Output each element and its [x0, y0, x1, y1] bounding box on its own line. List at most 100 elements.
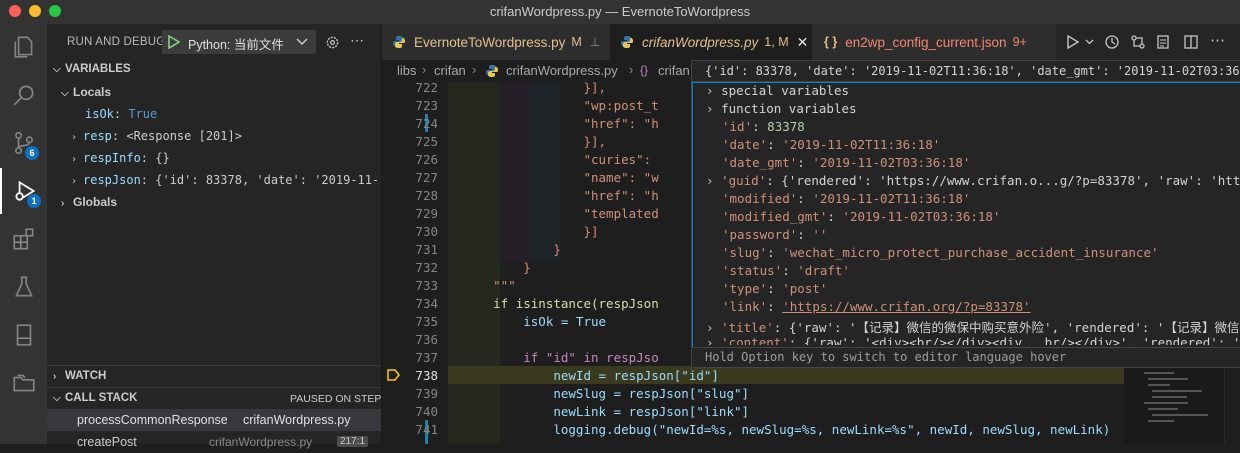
- hover-row[interactable]: › special variables: [706, 83, 849, 98]
- chevron-down-icon[interactable]: [1085, 39, 1094, 45]
- close-icon[interactable]: ✕: [797, 34, 809, 51]
- debug-hover-popup[interactable]: {'id': 83378, 'date': '2019-11-02T11:36:…: [691, 60, 1240, 368]
- run-debug-icon[interactable]: 1: [0, 168, 47, 214]
- hover-key: 'id': [722, 119, 753, 134]
- window-title: crifanWordpress.py — EvernoteToWordpress: [489, 4, 751, 19]
- explorer-icon[interactable]: [0, 24, 47, 70]
- line-number: 730: [415, 224, 438, 239]
- variable-item[interactable]: isOk: True: [85, 107, 157, 121]
- code-line: "templated: [448, 206, 659, 221]
- hover-value: '2019-11-02T03:36:18': [842, 209, 1001, 224]
- testing-icon[interactable]: [0, 264, 47, 310]
- code-line: }: [448, 260, 531, 275]
- tab-crifanwordpress-active[interactable]: crifanWordpress.py 1, M ✕: [610, 24, 812, 60]
- notebook-icon[interactable]: [0, 312, 47, 358]
- gear-icon[interactable]: [325, 35, 340, 50]
- more-actions-icon[interactable]: ⋯: [1210, 31, 1225, 49]
- variable-separator: :: [113, 107, 129, 121]
- hover-value: {'raw': '<div><br/></div><div...br/></di…: [803, 335, 1240, 345]
- debug-header: RUN AND DEBUG Python: 当前文件 ⋯: [47, 24, 381, 60]
- more-actions-icon[interactable]: ⋯: [350, 32, 364, 49]
- run-icon[interactable]: [1066, 35, 1080, 49]
- folder-icon[interactable]: [0, 360, 47, 406]
- tab-evernotetowordpress[interactable]: EvernoteToWordpress.py M ⊥: [382, 24, 610, 60]
- hover-key: 'password': [722, 227, 798, 242]
- hover-row[interactable]: 'link': 'https://www.crifan.org/?p=83378…: [722, 299, 1031, 314]
- line-number: 739: [415, 386, 438, 401]
- hover-row[interactable]: › 'guid': {'rendered': 'https://www.crif…: [706, 173, 1240, 188]
- hover-row[interactable]: › 'content': {'raw': '<div><br/></div><d…: [706, 335, 1240, 345]
- line-number: 735: [415, 314, 438, 329]
- globals-scope[interactable]: › Globals: [61, 195, 117, 209]
- hover-key: function variables: [721, 101, 857, 116]
- split-editor-icon[interactable]: [1183, 34, 1199, 50]
- code-line: if "id" in respJso: [448, 350, 659, 365]
- chevron-right-icon: ›: [706, 320, 714, 335]
- watch-title: WATCH: [65, 370, 107, 382]
- search-icon[interactable]: [0, 72, 47, 118]
- git-compare-icon[interactable]: [1130, 34, 1146, 50]
- run-debug-badge: 1: [27, 194, 41, 208]
- variable-item[interactable]: › respInfo: {}: [71, 151, 170, 165]
- debug-config-dropdown[interactable]: Python: 当前文件: [162, 30, 316, 54]
- hover-key: 'type': [722, 281, 768, 296]
- pin-icon[interactable]: ⊥: [590, 35, 600, 49]
- hover-value: 'wechat_micro_protect_purchase_accident_…: [782, 245, 1159, 260]
- hover-row[interactable]: 'status': 'draft': [722, 263, 850, 278]
- frame-function: processCommonResponse: [77, 413, 228, 427]
- timeline-icon[interactable]: [1104, 34, 1120, 50]
- breadcrumb-item[interactable]: libs: [397, 63, 417, 78]
- hover-value: 83378: [767, 119, 805, 134]
- debug-config-label: Python: 当前文件: [188, 38, 284, 52]
- hover-row[interactable]: 'slug': 'wechat_micro_protect_purchase_a…: [722, 245, 1159, 260]
- callstack-title: CALL STACK: [65, 392, 138, 404]
- extensions-icon[interactable]: [0, 216, 47, 262]
- hover-row[interactable]: 'date': '2019-11-02T11:36:18': [722, 137, 940, 152]
- variables-section-header[interactable]: ⌵ VARIABLES: [53, 63, 131, 75]
- chevron-right-icon: ›: [71, 154, 78, 165]
- start-debug-icon[interactable]: [168, 35, 180, 49]
- hover-value: 'post': [782, 281, 828, 296]
- chevron-right-icon: ›: [422, 62, 427, 77]
- frame-position: 217:1: [337, 436, 369, 447]
- callstack-frame-active[interactable]: processCommonResponse crifanWordpress.py: [47, 409, 381, 431]
- breadcrumb-item[interactable]: crifan: [658, 63, 690, 78]
- callstack-section-header[interactable]: ⌵ CALL STACK: [53, 392, 137, 404]
- hover-row[interactable]: › 'title': {'raw': '【记录】微信的微保中购买意外险', 'r…: [706, 317, 1240, 336]
- chevron-down-icon: ⌵: [53, 393, 61, 404]
- line-number: 736: [415, 332, 438, 347]
- python-icon: [486, 65, 498, 77]
- hover-row[interactable]: 'id': 83378: [722, 119, 805, 134]
- hover-row[interactable]: 'type': 'post': [722, 281, 827, 296]
- editor-tabs: EvernoteToWordpress.py M ⊥ crifanWordpre…: [382, 24, 1240, 60]
- chevron-right-icon: ›: [706, 173, 714, 188]
- minimap[interactable]: [1124, 366, 1224, 444]
- hover-key: 'content': [721, 335, 789, 345]
- line-number: 728: [415, 188, 438, 203]
- variable-name: isOk: [85, 107, 114, 121]
- locals-scope[interactable]: ⌵ Locals: [61, 85, 111, 99]
- hover-key: 'slug': [722, 245, 768, 260]
- hover-row[interactable]: 'password': '': [722, 227, 827, 242]
- frame-file: crifanWordpress.py: [209, 435, 313, 449]
- line-number: 731: [415, 242, 438, 257]
- variable-item[interactable]: › resp: <Response [201]>: [71, 129, 242, 143]
- breadcrumb-item[interactable]: crifan: [434, 63, 466, 78]
- source-control-icon[interactable]: 6: [0, 120, 47, 166]
- hover-row[interactable]: 'date_gmt': '2019-11-02T03:36:18': [722, 155, 970, 170]
- tab-en2wp-config[interactable]: { } en2wp_config_current.json 9+: [812, 24, 1056, 60]
- hover-link-value[interactable]: 'https://www.crifan.org/?p=83378': [782, 299, 1030, 314]
- chevron-right-icon: ›: [706, 335, 714, 345]
- debug-title: RUN AND DEBUG: [67, 36, 166, 48]
- code-line: }],: [448, 82, 607, 95]
- hover-row[interactable]: › function variables: [706, 101, 857, 116]
- watch-section-header[interactable]: › WATCH: [53, 370, 106, 382]
- variable-name: resp: [83, 129, 112, 143]
- variable-name: respJson: [83, 173, 141, 187]
- variable-item[interactable]: › respJson: {'id': 83378, 'date': '2019-1…: [71, 173, 377, 187]
- open-preview-icon[interactable]: [1155, 34, 1171, 50]
- callstack-frame[interactable]: createPost crifanWordpress.py 217:1: [47, 431, 381, 453]
- hover-row[interactable]: 'modified_gmt': '2019-11-02T03:36:18': [722, 209, 1000, 224]
- breadcrumb-item[interactable]: crifanWordpress.py: [506, 63, 618, 78]
- hover-row[interactable]: 'modified': '2019-11-02T11:36:18': [722, 191, 970, 206]
